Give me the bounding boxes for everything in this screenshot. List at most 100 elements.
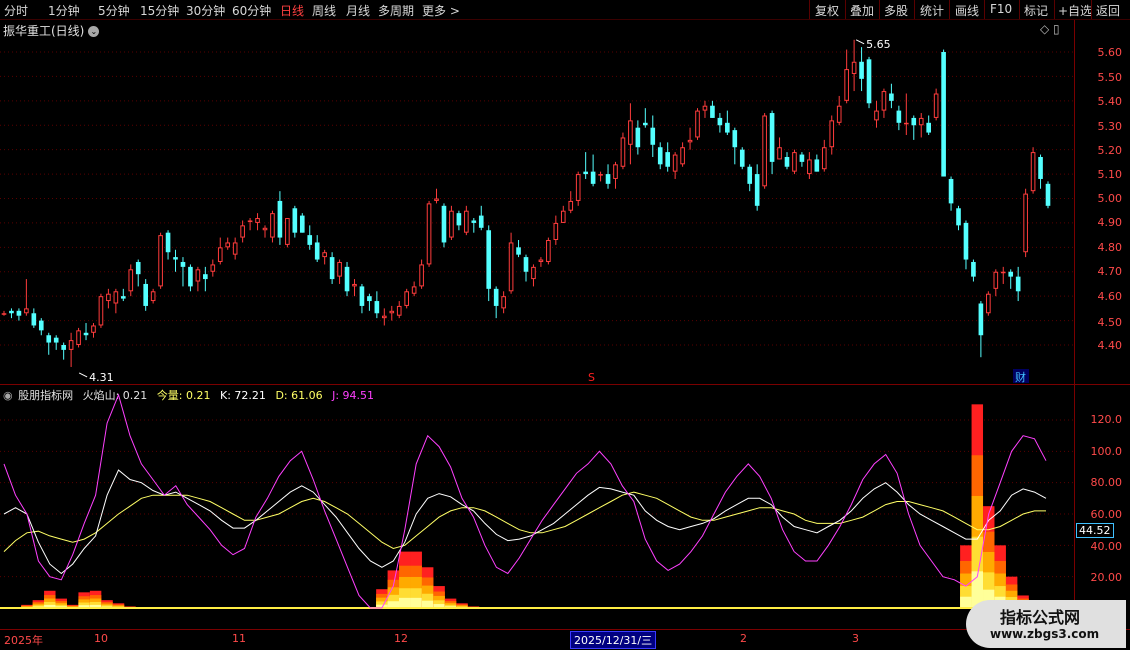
watermark-title: 指标公式网: [1000, 608, 1081, 627]
candle-body-up: [672, 154, 678, 172]
candle-body-up: [232, 242, 238, 255]
candle-body-up: [538, 259, 544, 262]
candle-body-up: [851, 61, 857, 74]
candle-body-up: [426, 203, 432, 265]
candle-body-down: [486, 230, 492, 289]
indicator-axis-label: 80.00: [1090, 476, 1123, 489]
candle-body-down: [121, 296, 126, 299]
candle-body-up: [262, 227, 268, 231]
candle-body-up: [411, 286, 417, 294]
candle-body-down: [665, 152, 670, 167]
candle-body-up: [150, 291, 156, 302]
candle-body-up: [821, 147, 827, 170]
candle-body-down: [292, 208, 298, 233]
candle-body-up: [449, 210, 454, 238]
candle-body-down: [307, 235, 313, 245]
candle-body-down: [38, 320, 44, 331]
candle-body-down: [456, 213, 462, 226]
flame-bar-segment: [410, 597, 422, 608]
price-axis-label: 4.60: [1097, 290, 1123, 303]
candle-body-up: [419, 264, 424, 287]
candle-body-up: [158, 235, 163, 287]
candle-body-down: [493, 288, 499, 306]
high-price-pointer: [855, 39, 865, 45]
candle-body-down: [143, 283, 148, 306]
candle-body-up: [113, 291, 119, 304]
candle-body-up: [680, 147, 685, 165]
candle-body-up: [687, 139, 693, 143]
candle-body-down: [329, 257, 335, 280]
candle-body-up: [106, 293, 111, 302]
flame-bar-segment: [960, 596, 972, 608]
candle-body-down: [188, 266, 193, 287]
date-axis-label: 2025年: [4, 634, 43, 647]
candle-body-up: [836, 105, 842, 123]
candle-body-down: [16, 310, 22, 316]
candle-body-down: [471, 220, 477, 223]
candle-body-down: [635, 127, 641, 148]
candle-body-up: [98, 296, 104, 326]
kdj-d-line: [3, 491, 1046, 552]
candle-body-up: [382, 315, 387, 319]
candle-body-up: [613, 164, 618, 179]
candle-body-up: [464, 210, 469, 233]
date-axis-label: 2: [740, 632, 747, 645]
candle-body-down: [866, 59, 872, 104]
candle-body-down: [889, 93, 894, 101]
indicator-axis-label: 40.00: [1090, 540, 1123, 553]
candle-body-down: [1008, 271, 1014, 277]
candle-body-down: [859, 61, 864, 79]
date-axis-label: 10: [94, 632, 108, 645]
candle-body-up: [598, 174, 603, 176]
candle-body-down: [799, 154, 805, 162]
candle-body-up: [217, 247, 223, 262]
candle-body-up: [91, 325, 96, 333]
kline-chart[interactable]: 5.65 4.31 S 财: [0, 0, 1074, 630]
candle-body-up: [396, 305, 402, 316]
price-axis-label: 5.30: [1097, 120, 1123, 133]
candle-body-down: [9, 310, 14, 314]
candle-body-up: [777, 147, 782, 160]
candle-body-up: [285, 218, 290, 245]
candle-body-down: [173, 257, 178, 260]
candle-body-down: [180, 261, 186, 267]
candle-body-up: [546, 240, 551, 262]
candle-body-up: [986, 293, 991, 314]
candle-body-down: [747, 166, 753, 184]
candle-body-up: [531, 266, 536, 280]
candle-body-down: [367, 296, 372, 302]
kdj-k-line: [3, 469, 1047, 575]
candle-body-down: [516, 247, 521, 255]
back-button[interactable]: 返回: [1096, 2, 1120, 19]
candle-body-up: [240, 225, 245, 238]
price-axis-label: 5.60: [1097, 46, 1123, 59]
flame-bar-segment: [399, 597, 411, 608]
candle-body-down: [725, 122, 730, 133]
candle-body-down: [657, 147, 663, 165]
high-price-label: 5.65: [866, 38, 891, 51]
candle-body-up: [702, 105, 708, 111]
candle-body-down: [277, 200, 283, 238]
candle-body-up: [68, 340, 74, 350]
candle-body-down: [739, 149, 745, 167]
watermark-url: www.zbgs3.com: [990, 627, 1100, 641]
candle-body-down: [31, 313, 37, 326]
price-axis-label: 4.80: [1097, 241, 1123, 254]
candle-body-up: [560, 210, 566, 223]
date-axis-label: 11: [232, 632, 246, 645]
date-axis-label: 3: [852, 632, 859, 645]
candle-body-up: [24, 308, 29, 314]
candle-body-down: [643, 122, 648, 126]
low-price-pointer: [78, 372, 88, 378]
candle-body-up: [1030, 152, 1036, 192]
candle-body-down: [717, 117, 723, 126]
candle-body-down: [1038, 156, 1043, 179]
candle-body-down: [478, 215, 484, 228]
price-axis-label: 4.90: [1097, 216, 1123, 229]
candle-body-down: [963, 222, 969, 260]
candle-body-down: [523, 257, 529, 272]
candle-body-down: [650, 127, 656, 145]
indicator-axis-label: 20.00: [1090, 571, 1123, 584]
candle-body-down: [1015, 276, 1021, 292]
candle-body-down: [590, 171, 596, 184]
